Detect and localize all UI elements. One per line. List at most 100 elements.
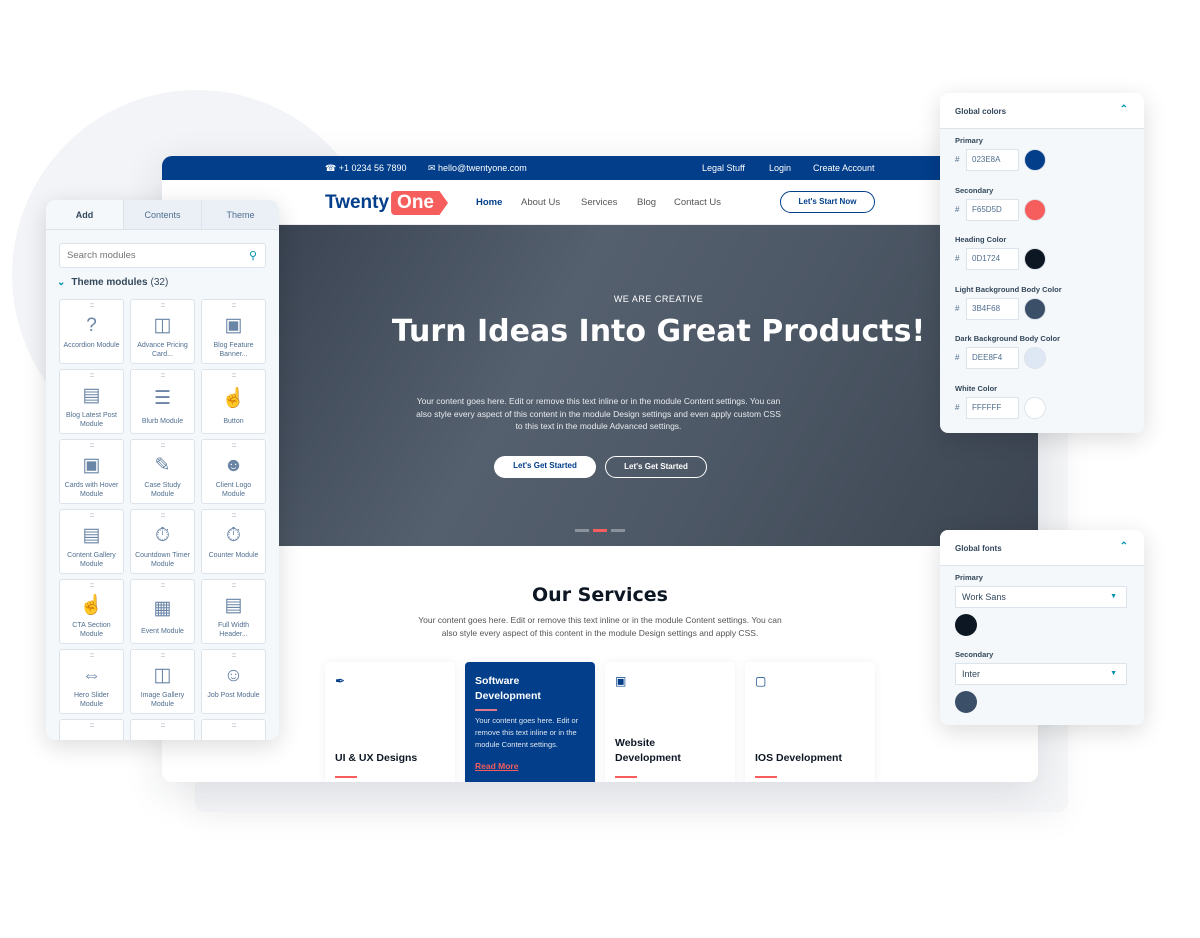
drag-handle-icon[interactable]: :::::: bbox=[202, 583, 265, 589]
drag-handle-icon[interactable]: :::::: bbox=[60, 373, 123, 379]
theme-modules-toggle[interactable]: ⌄ Theme modules (32) bbox=[57, 277, 168, 288]
drag-handle-icon[interactable]: :::::: bbox=[202, 303, 265, 309]
drag-handle-icon[interactable]: :::::: bbox=[131, 583, 194, 589]
module-tile[interactable]: :::::: ▤ Full Width Header... bbox=[201, 579, 266, 644]
color-swatch[interactable] bbox=[1024, 198, 1046, 221]
slide-dot[interactable] bbox=[611, 529, 625, 532]
module-tile[interactable]: :::::: ▤ Blog Latest Post Module bbox=[59, 369, 124, 434]
phone[interactable]: ☎ +1 0234 56 7890 bbox=[325, 163, 407, 174]
font-value: Inter bbox=[962, 669, 981, 679]
link-create-account[interactable]: Create Account bbox=[813, 163, 875, 173]
drag-handle-icon[interactable]: :::::: bbox=[131, 653, 194, 659]
tab-add[interactable]: Add bbox=[46, 200, 123, 229]
tab-theme[interactable]: Theme bbox=[201, 200, 279, 229]
slider-dots bbox=[575, 529, 625, 532]
slide-dot[interactable] bbox=[575, 529, 589, 532]
drag-handle-icon[interactable]: :::::: bbox=[131, 303, 194, 309]
module-tile[interactable]: :::::: bbox=[59, 719, 124, 740]
search-icon[interactable]: ⚲ bbox=[249, 249, 257, 262]
drag-handle-icon[interactable]: :::::: bbox=[131, 373, 194, 379]
module-tile[interactable]: ::::::? Accordion Module bbox=[59, 299, 124, 364]
service-card-software[interactable]: Software Development Your content goes h… bbox=[465, 662, 595, 782]
get-started-primary-button[interactable]: Let's Get Started bbox=[494, 456, 596, 478]
module-tile[interactable]: :::::: bbox=[130, 719, 195, 740]
service-card-uiux[interactable]: ✒ UI & UX Designs bbox=[325, 662, 455, 782]
hex-input[interactable]: FFFFFF bbox=[966, 396, 1019, 419]
hash-prefix: # bbox=[955, 204, 960, 214]
global-colors-header[interactable]: Global colors ⌃ bbox=[940, 93, 1144, 129]
module-tile[interactable]: :::::: ☺ Job Post Module bbox=[201, 649, 266, 714]
font-color-swatch[interactable] bbox=[955, 691, 977, 713]
module-tile[interactable]: :::::: ⏱ Countdown Timer Module bbox=[130, 509, 195, 574]
hex-input[interactable]: 3B4F68 bbox=[966, 297, 1019, 320]
module-tile[interactable]: :::::: ◫ Advance Pricing Card... bbox=[130, 299, 195, 364]
module-tile[interactable]: :::::: bbox=[201, 719, 266, 740]
drag-handle-icon[interactable]: :::::: bbox=[202, 723, 265, 729]
email[interactable]: ✉ hello@twentyone.com bbox=[428, 163, 527, 174]
module-tile[interactable]: :::::: ☻ Client Logo Module bbox=[201, 439, 266, 504]
hex-input[interactable]: 0D1724 bbox=[966, 248, 1019, 270]
drag-handle-icon[interactable]: :::::: bbox=[202, 443, 265, 449]
slide-dot-active[interactable] bbox=[593, 529, 607, 532]
module-tile[interactable]: :::::: ☰ Blurb Module bbox=[130, 369, 195, 434]
search-modules: ⚲ bbox=[59, 243, 266, 268]
module-tile[interactable]: :::::: ▣ Cards with Hover Module bbox=[59, 439, 124, 504]
get-started-secondary-button[interactable]: Let's Get Started bbox=[605, 456, 707, 478]
drag-handle-icon[interactable]: :::::: bbox=[131, 513, 194, 519]
module-tile[interactable]: :::::: ☝ CTA Section Module bbox=[59, 579, 124, 644]
hex-input[interactable]: F65D5D bbox=[966, 198, 1019, 221]
drag-handle-icon[interactable]: :::::: bbox=[202, 513, 265, 519]
hex-input[interactable]: 023E8A bbox=[966, 149, 1019, 171]
font-select[interactable]: Inter ▼ bbox=[955, 663, 1127, 685]
global-colors-panel: Global colors ⌃ Primary #023E8A Secondary # F… bbox=[940, 93, 1144, 433]
global-fonts-header[interactable]: Global fonts ⌃ bbox=[940, 530, 1144, 566]
start-now-button[interactable]: Let's Start Now bbox=[780, 191, 875, 213]
drag-handle-icon[interactable]: :::::: bbox=[60, 583, 123, 589]
drag-handle-icon[interactable]: :::::: bbox=[131, 443, 194, 449]
drag-handle-icon[interactable]: :::::: bbox=[131, 723, 194, 729]
module-tile[interactable]: :::::: ⇔ Hero Slider Module bbox=[59, 649, 124, 714]
image-icon: ▣ bbox=[224, 315, 243, 336]
service-card-ios[interactable]: ▢ IOS Development bbox=[745, 662, 875, 782]
service-card-website[interactable]: ▣ Website Development bbox=[605, 662, 735, 782]
color-swatch[interactable] bbox=[1024, 248, 1046, 270]
color-swatch[interactable] bbox=[1024, 297, 1046, 320]
drag-handle-icon[interactable]: :::::: bbox=[60, 443, 123, 449]
nav-contact[interactable]: Contact Us bbox=[674, 197, 721, 208]
module-tile[interactable]: :::::: ☝ Button bbox=[201, 369, 266, 434]
module-tile[interactable]: :::::: ✎ Case Study Module bbox=[130, 439, 195, 504]
module-label: Blog Latest Post Module bbox=[66, 412, 117, 428]
link-legal[interactable]: Legal Stuff bbox=[702, 163, 745, 173]
module-tile[interactable]: :::::: ⏱ Counter Module bbox=[201, 509, 266, 574]
font-select[interactable]: Work Sans ▼ bbox=[955, 586, 1127, 608]
module-tile[interactable]: :::::: ▣ Blog Feature Banner... bbox=[201, 299, 266, 364]
module-tile[interactable]: :::::: ▤ Content Gallery Module bbox=[59, 509, 124, 574]
font-color-swatch[interactable] bbox=[955, 614, 977, 636]
slider-icon: ⇔ bbox=[82, 665, 101, 686]
link-login[interactable]: Login bbox=[769, 163, 791, 173]
drag-handle-icon[interactable]: :::::: bbox=[60, 653, 123, 659]
nav-home[interactable]: Home bbox=[476, 197, 502, 208]
read-more-link[interactable]: Read More bbox=[475, 761, 518, 772]
color-swatch[interactable] bbox=[1024, 149, 1046, 171]
chevron-up-icon[interactable]: ⌃ bbox=[1120, 541, 1128, 552]
drag-handle-icon[interactable]: :::::: bbox=[60, 303, 123, 309]
nav-about[interactable]: About Us bbox=[521, 197, 560, 208]
chevron-up-icon[interactable]: ⌃ bbox=[1120, 104, 1128, 115]
logo[interactable]: Twenty One bbox=[325, 191, 448, 215]
hex-input[interactable]: DEE8F4 bbox=[966, 347, 1019, 369]
color-row: Heading Color #0D1724 bbox=[940, 228, 1144, 278]
nav-blog[interactable]: Blog bbox=[637, 197, 656, 208]
search-input[interactable] bbox=[60, 244, 240, 267]
drag-handle-icon[interactable]: :::::: bbox=[202, 653, 265, 659]
module-tile[interactable]: :::::: ◫ Image Gallery Module bbox=[130, 649, 195, 714]
tab-contents[interactable]: Contents bbox=[123, 200, 201, 229]
drag-handle-icon[interactable]: :::::: bbox=[60, 723, 123, 729]
nav-services[interactable]: Services bbox=[581, 197, 617, 208]
drag-handle-icon[interactable]: :::::: bbox=[60, 513, 123, 519]
module-tile[interactable]: :::::: ▦ Event Module bbox=[130, 579, 195, 644]
drag-handle-icon[interactable]: :::::: bbox=[202, 373, 265, 379]
color-swatch[interactable] bbox=[1024, 347, 1046, 369]
color-swatch[interactable] bbox=[1024, 396, 1046, 419]
font-value: Work Sans bbox=[962, 592, 1006, 602]
